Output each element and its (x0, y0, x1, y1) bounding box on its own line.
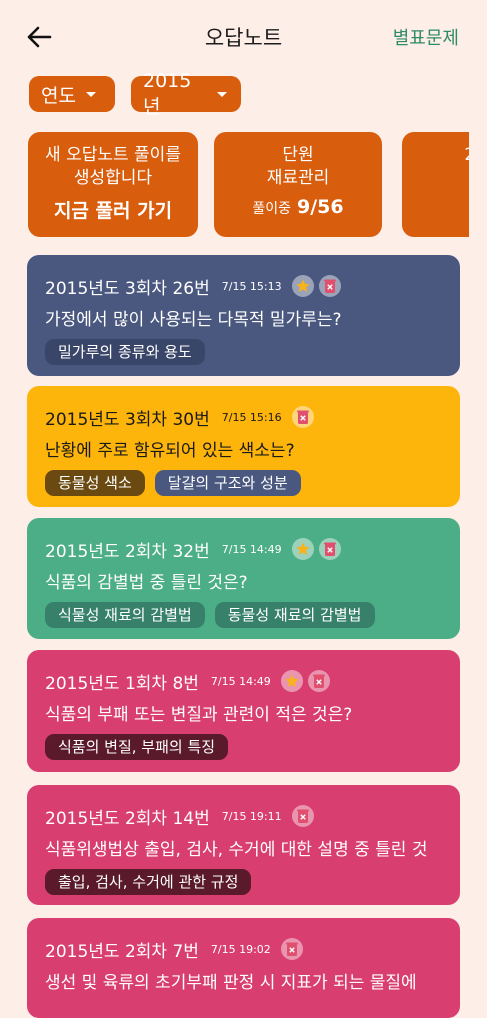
year-value-label: 2015년 (143, 69, 192, 118)
star-icon[interactable] (291, 275, 314, 297)
topic-tags: 식물성 재료의 감별법 동물성 재료의 감별법 (45, 602, 460, 628)
caret-down-icon (217, 91, 227, 97)
topic-tag[interactable]: 달걀의 구조와 성분 (154, 470, 301, 496)
delete-icon[interactable] (318, 275, 341, 297)
question-actions (291, 406, 319, 428)
question-text: 식품의 부패 또는 변질과 관련이 적은 것은? (45, 705, 353, 725)
question-header: 2015년도 3회차 26번 7/15 15:13 (45, 273, 460, 299)
question-actions (291, 805, 319, 827)
question-text: 난황에 주로 함유되어 있는 색소는? (45, 441, 295, 461)
question-text: 식품의 감별법 중 틀린 것은? (45, 573, 248, 593)
progress-label: 풀이중 (252, 201, 292, 217)
card-progress: 풀이중 9/56 (214, 196, 382, 218)
question-card[interactable]: 2015년도 2회차 14번 7/15 19:11 식품위생법상 출입, 검사, 수… (27, 785, 460, 905)
topic-tag[interactable]: 동물성 색소 (45, 470, 145, 496)
question-timestamp: 7/15 15:16 (221, 410, 282, 424)
card-line2: 2014 (402, 144, 469, 167)
question-id: 2015년도 2회차 32번 (45, 541, 210, 562)
question-timestamp: 7/15 19:02 (210, 942, 271, 956)
delete-icon[interactable] (291, 406, 314, 428)
question-card[interactable]: 2015년도 2회차 32번 7/15 14:49 식품의 감별법 중 틀린 것은?… (27, 518, 460, 639)
topic-tag[interactable]: 출입, 검사, 수거에 관한 규정 (45, 869, 252, 895)
question-card[interactable]: 2015년도 2회차 7번 7/15 19:02 생선 및 육류의 초기부패 판정 … (27, 918, 460, 1018)
year-type-dropdown[interactable]: 연도 (29, 76, 115, 112)
question-card[interactable]: 2015년도 3회차 26번 7/15 15:13 가정에서 많이 사용되는 다목적… (27, 255, 460, 376)
question-id: 2015년도 1회차 8번 (45, 673, 199, 694)
question-timestamp: 7/15 19:11 (221, 809, 282, 823)
card-line2: 생성합니다 (73, 168, 153, 188)
topic-tags: 동물성 색소 달걀의 구조와 성분 (45, 470, 460, 496)
question-timestamp: 7/15 14:49 (221, 542, 282, 556)
topic-tag[interactable]: 밀가루의 종류와 용도 (45, 339, 205, 365)
delete-icon[interactable] (307, 670, 330, 692)
question-actions (291, 538, 346, 560)
question-timestamp: 7/15 14:49 (210, 674, 271, 688)
topic-tags: 식품의 변질, 부패의 특징 (45, 734, 460, 760)
question-actions (280, 938, 308, 960)
question-id: 2015년도 2회차 7번 (45, 941, 199, 962)
question-header: 2015년도 1회차 8번 7/15 14:49 (45, 668, 460, 694)
question-actions (291, 275, 346, 297)
progress-value: 9/56 (297, 196, 344, 218)
year-type-label: 연도 (41, 84, 76, 107)
question-id: 2015년도 3회차 26번 (45, 278, 210, 299)
question-card[interactable]: 2015년도 3회차 30번 7/15 15:16 난황에 주로 함유되어 있는 색… (27, 386, 460, 507)
star-icon[interactable] (280, 670, 303, 692)
delete-icon[interactable] (318, 538, 341, 560)
starred-questions-button[interactable]: 별표문제 (393, 24, 459, 50)
topic-tag[interactable]: 식품의 변질, 부패의 특징 (45, 734, 229, 760)
question-id: 2015년도 2회차 14번 (45, 808, 210, 829)
question-actions (280, 670, 335, 692)
question-text: 식품위생법상 출입, 검사, 수거에 대한 설명 중 틀린 것 (45, 840, 428, 860)
question-header: 2015년도 2회차 32번 7/15 14:49 (45, 536, 460, 562)
year-dropdown[interactable]: 2015년 (131, 70, 241, 118)
caret-down-icon (85, 91, 96, 97)
unit-card-2014[interactable]: 2014 풀이 (402, 132, 469, 237)
new-note-card[interactable]: 새 오답노트 풀이를 생성합니다 지금 풀러 가기 (28, 132, 198, 237)
card-unit-label: 단원 (282, 145, 314, 165)
question-header: 2015년도 2회차 7번 7/15 19:02 (45, 936, 460, 962)
unit-card-materials[interactable]: 단원 재료관리 풀이중 9/56 (214, 132, 382, 237)
topic-tags: 밀가루의 종류와 용도 (45, 339, 460, 365)
topic-tag[interactable]: 식물성 재료의 감별법 (45, 602, 205, 628)
start-solving-label: 지금 풀러 가기 (53, 200, 173, 222)
topic-tag[interactable]: 동물성 재료의 감별법 (214, 602, 375, 628)
question-text: 생선 및 육류의 초기부패 판정 시 지표가 되는 물질에 (45, 973, 417, 993)
question-text: 가정에서 많이 사용되는 다목적 밀가루는? (45, 310, 342, 330)
question-header: 2015년도 2회차 14번 7/15 19:11 (45, 803, 460, 829)
topic-tags: 출입, 검사, 수거에 관한 규정 (45, 869, 460, 895)
delete-icon[interactable] (291, 805, 314, 827)
card-line1: 새 오답노트 풀이를 (45, 145, 181, 165)
delete-icon[interactable] (280, 938, 303, 960)
star-icon[interactable] (291, 538, 314, 560)
app-header: 오답노트 별표문제 (0, 0, 487, 72)
card-progress: 풀이 (402, 173, 469, 193)
card-unit-name: 재료관리 (266, 168, 330, 188)
question-card[interactable]: 2015년도 1회차 8번 7/15 14:49 식품의 부패 또는 변질과 관련이… (27, 650, 460, 772)
question-header: 2015년도 3회차 30번 7/15 15:16 (45, 404, 460, 430)
card-carousel[interactable]: 새 오답노트 풀이를 생성합니다 지금 풀러 가기 단원 재료관리 풀이중 9/5… (0, 132, 469, 240)
question-timestamp: 7/15 15:13 (221, 279, 282, 293)
question-id: 2015년도 3회차 30번 (45, 409, 210, 430)
